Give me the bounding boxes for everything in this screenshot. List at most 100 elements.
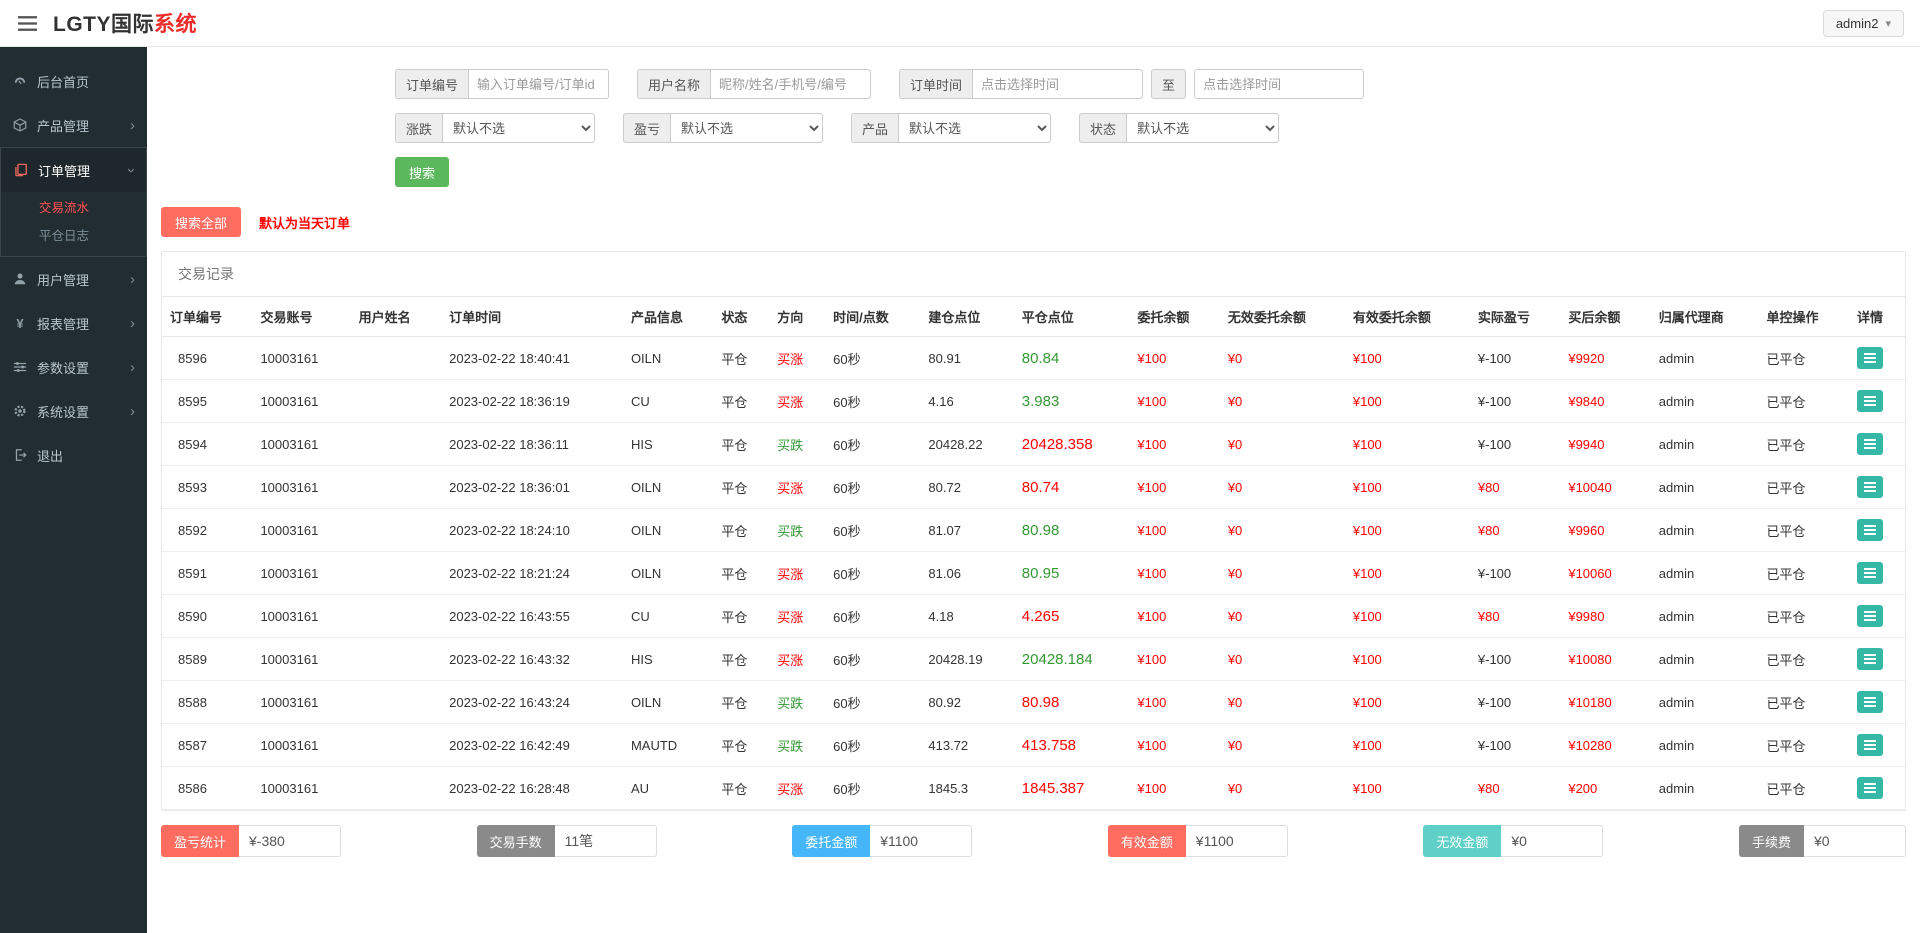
- user-menu[interactable]: admin2 ▾: [1823, 10, 1904, 37]
- sidebar-item-home[interactable]: 后台首页: [0, 59, 147, 103]
- cell-balance-after: ¥9980: [1560, 595, 1650, 638]
- yen-report-icon: ¥: [12, 316, 28, 331]
- summary-value: 11笔: [555, 825, 657, 857]
- sidebar-item-products[interactable]: 产品管理 ›: [0, 103, 147, 147]
- cell-invalid-entrust: ¥0: [1220, 337, 1345, 380]
- list-icon: [1864, 352, 1876, 364]
- detail-button[interactable]: [1857, 648, 1883, 670]
- status-select[interactable]: 默认不选: [1127, 113, 1279, 143]
- cell-status: 平仓: [713, 595, 769, 638]
- time-from-input[interactable]: [973, 69, 1143, 99]
- chevron-down-icon: ›: [124, 168, 139, 173]
- sidebar-item-reports[interactable]: ¥ 报表管理 ›: [0, 301, 147, 345]
- cell-order-time: 2023-02-22 16:28:48: [441, 767, 623, 810]
- product-select[interactable]: 默认不选: [899, 113, 1051, 143]
- time-to-input[interactable]: [1194, 69, 1364, 99]
- sidebar-item-trade-flow[interactable]: 交易流水: [1, 194, 146, 222]
- cell-actual-profit: ¥-100: [1470, 638, 1560, 681]
- detail-button[interactable]: [1857, 476, 1883, 498]
- summary-group: 委托金额 ¥1100: [792, 825, 972, 857]
- cell-detail: [1849, 681, 1905, 724]
- cell-valid-entrust: ¥100: [1345, 423, 1470, 466]
- cell-open-point: 81.07: [920, 509, 1013, 552]
- cell-product: AU: [623, 767, 713, 810]
- cell-invalid-entrust: ¥0: [1220, 552, 1345, 595]
- detail-button[interactable]: [1857, 433, 1883, 455]
- profit-select[interactable]: 默认不选: [671, 113, 823, 143]
- cell-direction: 买涨: [769, 337, 825, 380]
- list-icon: [1864, 653, 1876, 665]
- list-icon: [1864, 567, 1876, 579]
- sidebar: 后台首页 产品管理 › 订单管理 › 交易流水 平仓日志: [0, 47, 147, 933]
- table-row: 8595 10003161 2023-02-22 18:36:19 CU 平仓 …: [162, 380, 1905, 423]
- order-time-filter: 订单时间 至: [899, 69, 1364, 99]
- detail-button[interactable]: [1857, 562, 1883, 584]
- cell-actual-profit: ¥80: [1470, 595, 1560, 638]
- sidebar-item-system[interactable]: 系统设置 ›: [0, 389, 147, 433]
- cell-valid-entrust: ¥100: [1345, 337, 1470, 380]
- detail-button[interactable]: [1857, 390, 1883, 412]
- search-button[interactable]: 搜索: [395, 157, 449, 187]
- sidebar-item-params[interactable]: 参数设置 ›: [0, 345, 147, 389]
- order-time-label: 订单时间: [899, 69, 973, 99]
- topbar-left: LGTY国际系统: [16, 8, 197, 38]
- cell-actual-profit: ¥-100: [1470, 724, 1560, 767]
- cell-agent: admin: [1651, 466, 1759, 509]
- cell-detail: [1849, 509, 1905, 552]
- cell-invalid-entrust: ¥0: [1220, 681, 1345, 724]
- summary-value: ¥1100: [870, 825, 972, 857]
- list-icon: [1864, 739, 1876, 751]
- summary-label: 交易手数: [477, 825, 555, 857]
- table-row: 8589 10003161 2023-02-22 16:43:32 HIS 平仓…: [162, 638, 1905, 681]
- list-icon: [1864, 438, 1876, 450]
- sidebar-item-orders[interactable]: 订单管理 ›: [1, 148, 146, 192]
- order-no-input[interactable]: [469, 69, 609, 99]
- chevron-right-icon: ›: [130, 272, 135, 287]
- detail-button[interactable]: [1857, 734, 1883, 756]
- actions-row: 搜索全部 默认为当天订单: [161, 207, 1906, 237]
- cell-open-point: 80.92: [920, 681, 1013, 724]
- user-name-input[interactable]: [711, 69, 871, 99]
- cell-account: 10003161: [252, 767, 350, 810]
- cell-valid-entrust: ¥100: [1345, 466, 1470, 509]
- cell-actual-profit: ¥-100: [1470, 552, 1560, 595]
- detail-button[interactable]: [1857, 519, 1883, 541]
- user-name: admin2: [1836, 16, 1879, 31]
- cell-status: 平仓: [713, 638, 769, 681]
- cell-agent: admin: [1651, 767, 1759, 810]
- cell-direction: 买涨: [769, 595, 825, 638]
- detail-button[interactable]: [1857, 691, 1883, 713]
- cell-direction: 买跌: [769, 681, 825, 724]
- detail-button[interactable]: [1857, 347, 1883, 369]
- search-all-button[interactable]: 搜索全部: [161, 207, 241, 237]
- table-header-cell: 平仓点位: [1014, 297, 1130, 337]
- sidebar-item-users[interactable]: 用户管理 ›: [0, 257, 147, 301]
- summary-label: 盈亏统计: [161, 825, 239, 857]
- cell-open-point: 4.16: [920, 380, 1013, 423]
- cell-open-point: 4.18: [920, 595, 1013, 638]
- detail-button[interactable]: [1857, 777, 1883, 799]
- cell-direction: 买跌: [769, 509, 825, 552]
- table-header-cell: 状态: [713, 297, 769, 337]
- table-header-cell: 实际盈亏: [1470, 297, 1560, 337]
- cell-detail: [1849, 337, 1905, 380]
- cell-close-point: 80.98: [1014, 681, 1130, 724]
- detail-button[interactable]: [1857, 605, 1883, 627]
- cell-account: 10003161: [252, 509, 350, 552]
- cell-order-time: 2023-02-22 18:36:11: [441, 423, 623, 466]
- cell-entrust-balance: ¥100: [1129, 767, 1219, 810]
- hamburger-menu-icon[interactable]: [16, 12, 39, 35]
- sidebar-item-label: 报表管理: [37, 314, 89, 333]
- cell-invalid-entrust: ¥0: [1220, 423, 1345, 466]
- sidebar-item-close-log[interactable]: 平仓日志: [1, 222, 146, 250]
- sidebar-item-logout[interactable]: 退出: [0, 433, 147, 477]
- chevron-right-icon: ›: [130, 118, 135, 133]
- table-header-cell: 订单编号: [162, 297, 252, 337]
- cell-entrust-balance: ¥100: [1129, 595, 1219, 638]
- cell-duration: 60秒: [825, 638, 920, 681]
- cell-detail: [1849, 552, 1905, 595]
- updown-select[interactable]: 默认不选: [443, 113, 595, 143]
- cell-balance-after: ¥9840: [1560, 380, 1650, 423]
- cell-order-id: 8593: [162, 466, 252, 509]
- panel-title: 交易记录: [162, 252, 1905, 297]
